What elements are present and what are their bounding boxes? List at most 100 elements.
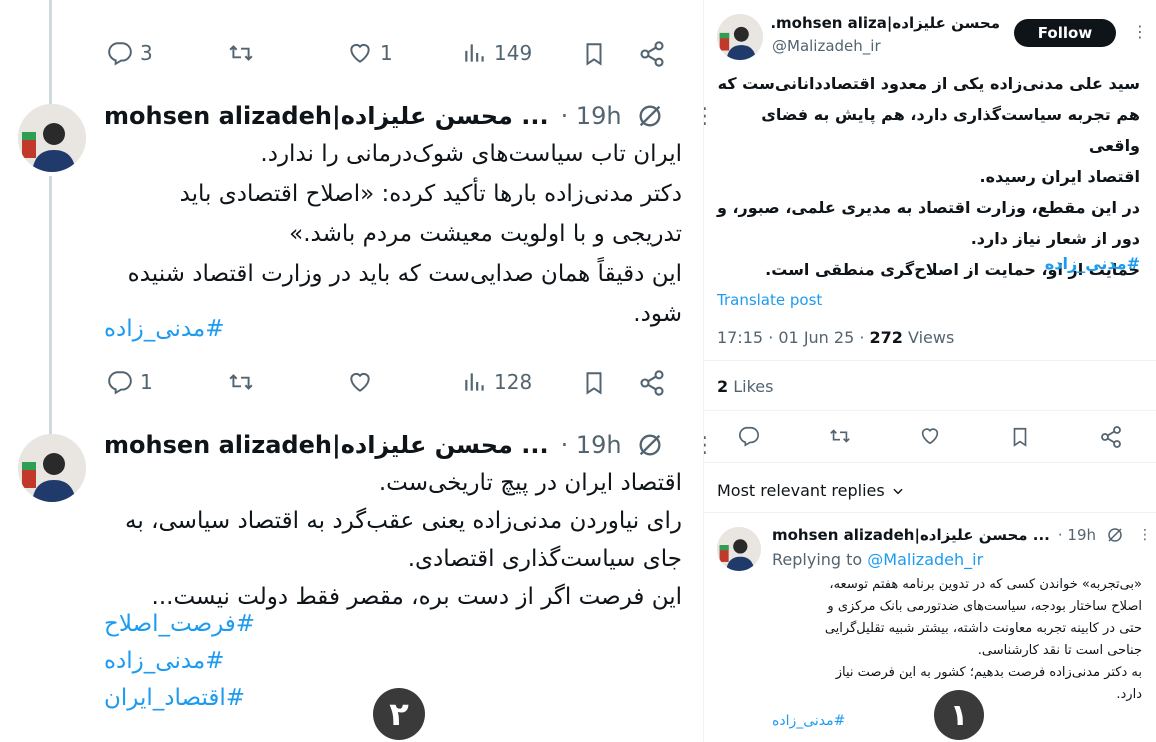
post-line: در این مقطع، وزارت اقتصاد به مدیری علمی،… xyxy=(716,198,1140,217)
repost-button[interactable] xyxy=(226,40,256,66)
like-button[interactable]: 1 xyxy=(346,40,393,66)
profile-photo-icon xyxy=(18,434,86,502)
tweet-line: اقتصاد ایران در پیچ تاریخی‌ست. xyxy=(378,470,682,496)
actions-divider xyxy=(704,462,1156,463)
repost-button[interactable] xyxy=(827,425,853,451)
likes-divider xyxy=(704,410,1156,411)
post-meta: 17:15 · 01 Jun 25 · 272 Views xyxy=(717,328,954,347)
reply-icon xyxy=(739,426,759,447)
views-button[interactable]: 128 xyxy=(462,369,532,395)
author-handle[interactable]: @Malizadeh_ir xyxy=(772,37,881,55)
grok-icon[interactable] xyxy=(1106,526,1124,544)
avatar[interactable] xyxy=(18,434,86,502)
reply-button[interactable] xyxy=(737,425,761,451)
share-button[interactable] xyxy=(638,369,666,397)
bookmark-button[interactable] xyxy=(581,40,607,68)
reply-count: 3 xyxy=(140,41,153,65)
reply-button[interactable]: 1 xyxy=(106,369,153,395)
author-name[interactable]: mohsen alizadeh|محسن علیزاده ... xyxy=(104,431,549,459)
thread-line xyxy=(49,0,52,108)
translate-link[interactable]: Translate post xyxy=(717,291,822,309)
share-button[interactable] xyxy=(1099,425,1123,453)
repost-icon xyxy=(229,45,253,61)
heart-icon xyxy=(350,372,370,392)
tweet-time[interactable]: · 19h xyxy=(561,102,622,130)
views-count: 128 xyxy=(494,370,533,394)
reply-icon xyxy=(108,371,132,395)
thread-line xyxy=(49,176,52,434)
tweet-time[interactable]: · 19h xyxy=(561,431,622,459)
reply-icon xyxy=(108,42,132,66)
reply-line: «بی‌تجربه» خواندن کسی که در تدوین برنامه… xyxy=(829,577,1142,592)
share-icon xyxy=(640,41,664,67)
grok-icon[interactable] xyxy=(636,102,664,130)
more-icon[interactable]: ⋮ xyxy=(1138,527,1152,543)
hashtag-link[interactable]: #مدنی_زاده xyxy=(704,254,1140,273)
like-count: 1 xyxy=(380,41,393,65)
views-count: 272 xyxy=(869,328,903,347)
share-button[interactable] xyxy=(638,40,666,68)
heart-icon xyxy=(350,43,370,63)
follow-button[interactable]: Follow xyxy=(1014,19,1116,47)
right-panel: محسن علیزاده|mohsen aliza... @Malizadeh_… xyxy=(703,0,1156,742)
like-button[interactable] xyxy=(346,369,374,395)
reply-line: جناحی است تا نقد کارشناسی. xyxy=(977,643,1142,658)
post-line: اقتصاد ایران رسیده. xyxy=(979,167,1140,186)
reply-time[interactable]: · 19h xyxy=(1058,526,1096,544)
number-badge: ۱ xyxy=(934,690,984,740)
reply-line: حتی در کابینه تجربه معاونت داشته، بیشتر … xyxy=(824,621,1142,636)
post-line: هم تجربه سیاست‌گذاری دارد، هم پایش به فض… xyxy=(761,105,1140,155)
hashtag-list: #فرصت_اصلاح #مدنی_زاده #اقتصاد_ایران xyxy=(104,606,255,717)
views-button[interactable]: 149 xyxy=(462,40,532,66)
replying-handle[interactable]: @Malizadeh_ir xyxy=(867,550,983,569)
profile-photo-icon xyxy=(717,14,763,60)
meta-divider xyxy=(704,360,1156,361)
replies-sort-label: Most relevant replies xyxy=(717,481,885,500)
replies-sort-dropdown[interactable]: Most relevant replies xyxy=(717,481,905,500)
heart-icon xyxy=(921,428,939,445)
bookmark-icon xyxy=(586,372,602,395)
likes-summary[interactable]: 2 Likes xyxy=(717,377,773,396)
tweet-header: mohsen alizadeh|محسن علیزاده ... · 19h ⋮ xyxy=(104,431,716,459)
hashtag-link[interactable]: #مدنی_زاده xyxy=(104,316,225,342)
reply-line: به دکتر مدنی‌زاده فرصت بدهیم؛ کشور به ای… xyxy=(835,665,1142,680)
hashtag-link[interactable]: #مدنی_زاده xyxy=(772,713,845,729)
avatar[interactable] xyxy=(717,527,761,571)
bookmark-icon xyxy=(586,43,602,66)
hashtag-link[interactable]: #فرصت_اصلاح xyxy=(104,606,255,643)
tweet-header: mohsen alizadeh|محسن علیزاده ... · 19h ⋮ xyxy=(104,102,716,130)
reply-header: mohsen alizadeh|محسن علیزاده ... · 19h ⋮ xyxy=(772,526,1152,544)
share-icon xyxy=(640,370,664,396)
author-name[interactable]: محسن علیزاده|mohsen aliza... xyxy=(772,14,1000,32)
views-count: 149 xyxy=(494,41,533,65)
hashtag-link[interactable]: #مدنی_زاده xyxy=(104,643,255,680)
bookmark-button[interactable] xyxy=(581,369,607,397)
bookmark-icon xyxy=(1013,427,1027,447)
avatar[interactable] xyxy=(717,14,763,60)
reply-count: 1 xyxy=(140,370,153,394)
tweet-line: جای سیاست‌گذاری اقتصادی. xyxy=(407,546,682,572)
post-line: دور از شعار نیاز دارد. xyxy=(970,229,1140,248)
hashtag-link[interactable]: #اقتصاد_ایران xyxy=(104,680,255,717)
reply-button[interactable]: 3 xyxy=(106,40,153,66)
tweet-line: این دقیقاً همان صدایی‌ست که باید در وزار… xyxy=(127,261,682,287)
replying-to: Replying to @Malizadeh_ir xyxy=(772,550,983,569)
like-button[interactable] xyxy=(918,425,942,451)
grok-icon[interactable] xyxy=(636,431,664,459)
share-icon xyxy=(1101,426,1121,448)
tweet-text: اقتصاد ایران در پیچ تاریخی‌ست. رای نیاور… xyxy=(100,464,682,616)
chevron-down-icon xyxy=(893,488,903,494)
more-icon[interactable]: ⋮ xyxy=(1132,22,1148,41)
repost-icon xyxy=(830,429,850,443)
repost-button[interactable] xyxy=(226,369,256,395)
avatar[interactable] xyxy=(18,104,86,172)
bookmark-button[interactable] xyxy=(1009,425,1031,453)
tweet-line: تدریجی و با اولویت معیشت مردم باشد.» xyxy=(289,221,682,247)
author-name[interactable]: mohsen alizadeh|محسن علیزاده ... xyxy=(104,102,549,130)
tweet-line: ایران تاب سیاست‌های شوک‌درمانی را ندارد. xyxy=(260,141,682,167)
reply-author-name[interactable]: mohsen alizadeh|محسن علیزاده ... xyxy=(772,526,1050,544)
likes-count: 2 xyxy=(717,377,729,396)
post-line: سید علی مدنی‌زاده یکی از معدود اقتصاددان… xyxy=(717,74,1140,93)
replies-divider xyxy=(704,512,1156,513)
post-timestamp[interactable]: 17:15 · 01 Jun 25 · xyxy=(717,328,870,347)
